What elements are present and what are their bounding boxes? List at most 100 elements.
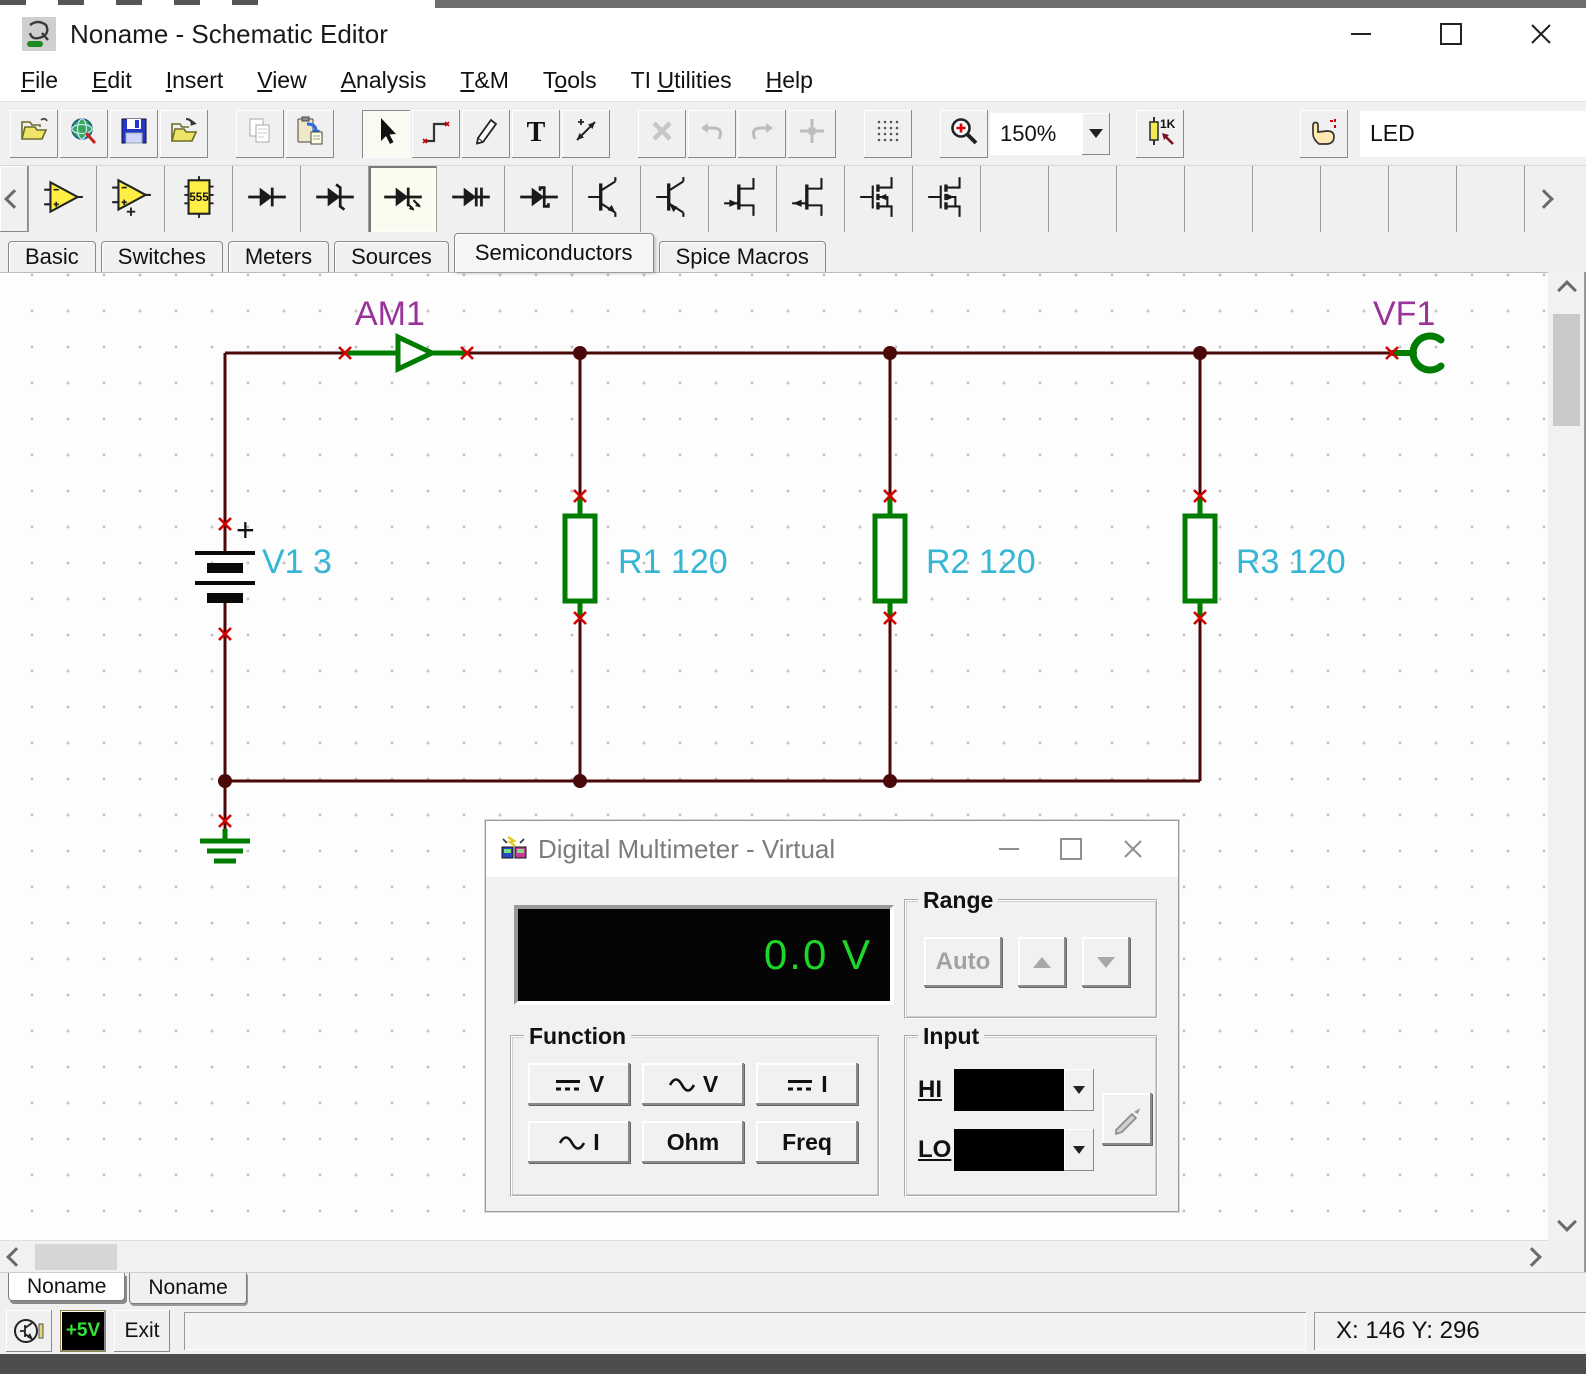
- input-hi-combobox[interactable]: [954, 1069, 1094, 1111]
- palette-pjfet-button[interactable]: [777, 166, 845, 232]
- palette-npn-transistor-button[interactable]: [573, 166, 641, 232]
- import-file-button[interactable]: [160, 110, 208, 158]
- paste-button[interactable]: [286, 110, 334, 158]
- menu-t-m[interactable]: T&M: [443, 67, 526, 94]
- input-lo-arrow-button[interactable]: [1064, 1129, 1094, 1171]
- menu-tools[interactable]: Tools: [526, 67, 614, 94]
- range-auto-button[interactable]: Auto: [924, 937, 1002, 987]
- save-button[interactable]: [110, 110, 158, 158]
- plus5v-button[interactable]: +5V: [60, 1310, 106, 1352]
- menu-ti-utilities[interactable]: TI Utilities: [614, 67, 749, 94]
- function-ac-i-button[interactable]: I: [528, 1121, 630, 1163]
- palette-scroll-left-button[interactable]: [0, 166, 28, 232]
- doc-tab-noname-2[interactable]: Noname: [129, 1273, 246, 1304]
- grid-toggle-button[interactable]: [864, 110, 912, 158]
- maximize-button[interactable]: [1406, 8, 1496, 60]
- open-from-web-button[interactable]: [60, 110, 108, 158]
- minimize-icon: [1351, 33, 1371, 35]
- pencil-button[interactable]: [462, 110, 510, 158]
- palette-opamp-button[interactable]: [28, 166, 97, 232]
- input-lo-combobox[interactable]: [954, 1129, 1094, 1171]
- origin-button: [788, 110, 836, 158]
- voltage-pin-symbol[interactable]: [1392, 336, 1441, 370]
- probe-button[interactable]: [1102, 1093, 1152, 1145]
- tab-meters[interactable]: Meters: [228, 241, 329, 272]
- zoom-button[interactable]: [940, 110, 988, 158]
- function-freq-button[interactable]: Freq: [756, 1121, 858, 1163]
- wire-button[interactable]: [412, 110, 460, 158]
- multimeter-icon: [500, 835, 528, 863]
- range-down-button[interactable]: [1082, 937, 1130, 987]
- scroll-up-button[interactable]: [1549, 272, 1584, 308]
- tab-semiconductors[interactable]: Semiconductors: [454, 233, 654, 272]
- minimize-button[interactable]: [1316, 8, 1406, 60]
- tab-spice-macros[interactable]: Spice Macros: [659, 241, 826, 272]
- battery-label[interactable]: V1 3: [262, 543, 332, 581]
- close-button[interactable]: [1496, 8, 1586, 60]
- function-dc-i-button[interactable]: I: [756, 1063, 858, 1105]
- dmm-minimize-button[interactable]: [978, 829, 1040, 869]
- function-dc-v-button[interactable]: V: [528, 1063, 630, 1105]
- menu-analysis[interactable]: Analysis: [324, 67, 444, 94]
- palette-varactor-diode-button[interactable]: [437, 166, 505, 232]
- palette-pmos-button[interactable]: [913, 166, 981, 232]
- palette-pnp-transistor-button[interactable]: [641, 166, 709, 232]
- palette-opamp-power-button[interactable]: [97, 166, 165, 232]
- menu-edit[interactable]: Edit: [75, 67, 149, 94]
- scroll-down-button[interactable]: [1549, 1204, 1584, 1240]
- input-hi-arrow-button[interactable]: [1064, 1069, 1094, 1111]
- function-button-label: V: [703, 1071, 718, 1098]
- palette-schottky-diode-button[interactable]: [505, 166, 573, 232]
- interactive-mode-button[interactable]: [1300, 110, 1348, 158]
- function-ohm-button[interactable]: Ohm: [642, 1121, 744, 1163]
- copy-button[interactable]: [236, 110, 284, 158]
- component-value-button[interactable]: 1K: [1136, 110, 1184, 158]
- menu-file[interactable]: File: [4, 67, 75, 94]
- palette-njfet-button[interactable]: [709, 166, 777, 232]
- function-ac-v-button[interactable]: V: [642, 1063, 744, 1105]
- palette-led-button[interactable]: [369, 166, 437, 232]
- scroll-left-button[interactable]: [0, 1241, 32, 1273]
- open-button[interactable]: [10, 110, 58, 158]
- palette-timer-555-button[interactable]: 555: [165, 166, 233, 232]
- vertical-scroll-thumb[interactable]: [1553, 314, 1580, 426]
- palette-diode-button[interactable]: [233, 166, 301, 232]
- tab-sources[interactable]: Sources: [334, 241, 449, 272]
- dmm-close-button[interactable]: [1102, 829, 1164, 869]
- horizontal-scroll-thumb[interactable]: [35, 1244, 117, 1270]
- range-up-button[interactable]: [1018, 937, 1066, 987]
- zoom-level-combobox[interactable]: 150%: [990, 113, 1110, 155]
- ammeter-label[interactable]: AM1: [355, 295, 425, 333]
- exit-button[interactable]: Exit: [114, 1310, 170, 1352]
- digital-multimeter-dialog[interactable]: Digital Multimeter - Virtual 0.0 V Range…: [485, 820, 1179, 1212]
- text-button[interactable]: T: [512, 110, 560, 158]
- ammeter-symbol[interactable]: [345, 337, 467, 369]
- tab-basic[interactable]: Basic: [8, 241, 96, 272]
- menu-insert[interactable]: Insert: [149, 67, 241, 94]
- doc-tab-noname-1[interactable]: Noname: [8, 1273, 125, 1301]
- vertical-scrollbar[interactable]: [1549, 272, 1584, 1240]
- ground-symbol[interactable]: [200, 829, 250, 861]
- resistor-1-label[interactable]: R1 120: [618, 543, 728, 581]
- select-button[interactable]: [362, 110, 410, 158]
- dmm-title-bar[interactable]: Digital Multimeter - Virtual: [486, 821, 1178, 878]
- dimension-button[interactable]: [562, 110, 610, 158]
- menu-help[interactable]: Help: [749, 67, 830, 94]
- resistor-3-label[interactable]: R3 120: [1236, 543, 1346, 581]
- voltage-pin-label[interactable]: VF1: [1373, 295, 1435, 333]
- battery-symbol[interactable]: [195, 553, 255, 598]
- menu-view[interactable]: View: [240, 67, 323, 94]
- palette-scroll-right-button[interactable]: [1531, 166, 1557, 232]
- tab-switches[interactable]: Switches: [101, 241, 223, 272]
- pointing-hand-icon: [1308, 115, 1340, 152]
- horizontal-scrollbar[interactable]: [0, 1240, 1548, 1273]
- text-icon: T: [520, 115, 552, 152]
- tm-mode-button[interactable]: [6, 1310, 52, 1352]
- palette-nmos-button[interactable]: [845, 166, 913, 232]
- component-search-combobox[interactable]: LED: [1360, 111, 1586, 157]
- palette-zener-diode-button[interactable]: [301, 166, 369, 232]
- dmm-maximize-button[interactable]: [1040, 829, 1102, 869]
- resistor-2-label[interactable]: R2 120: [926, 543, 1036, 581]
- zoom-combo-arrow-button[interactable]: [1082, 113, 1110, 155]
- scroll-right-button[interactable]: [1516, 1241, 1548, 1273]
